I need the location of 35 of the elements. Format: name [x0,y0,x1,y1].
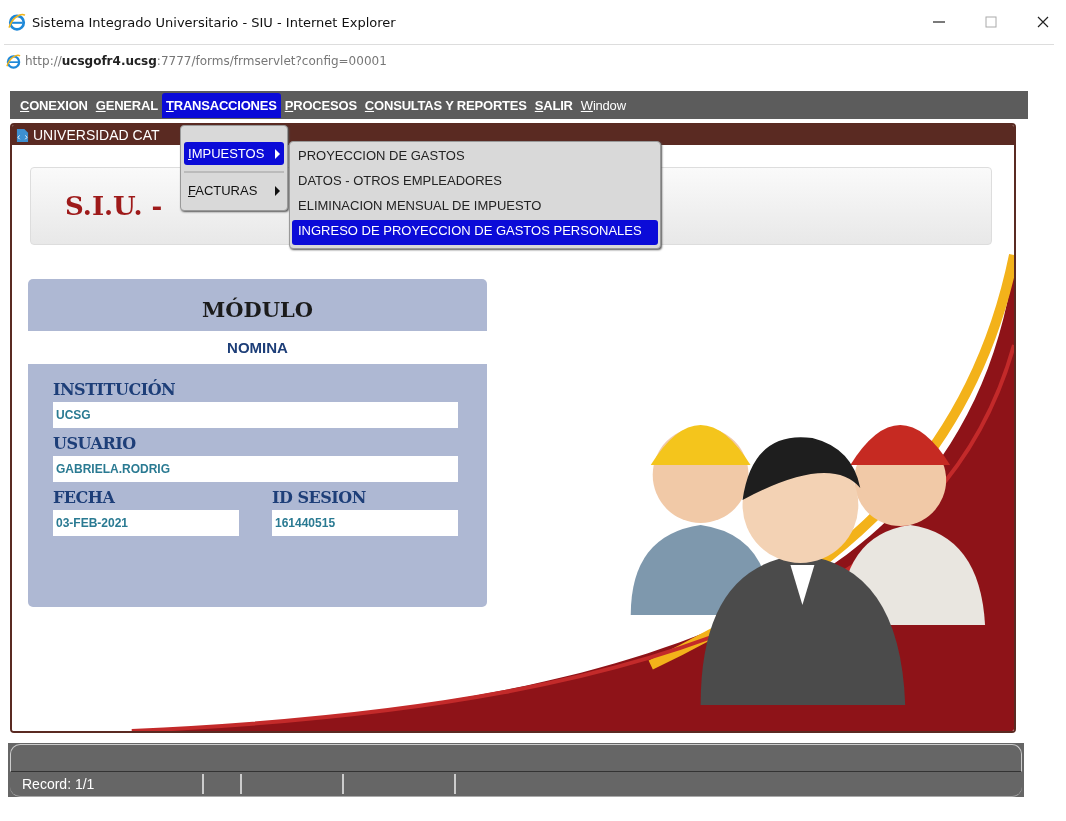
submenu-arrow-icon [275,148,280,159]
module-heading: MÓDULO [200,297,315,324]
menu-item[interactable]: PROCESOS [280,92,361,118]
form-icon [16,127,29,143]
input-field[interactable]: 03-FEB-2021 [53,510,239,536]
form-title: UNIVERSIDAD CAT [33,127,160,143]
banner-title: S.I.U. - [65,191,163,221]
menu-item[interactable]: IMPUESTOS [184,142,284,165]
field-label: USUARIO [53,434,137,455]
menu-item[interactable]: CONEXION [16,92,92,118]
menu-item[interactable]: SALIR [530,92,577,118]
menu-item[interactable]: PROYECCION DE GASTOS [292,145,658,170]
submenu-arrow-icon [275,185,280,196]
field-label: FECHA [53,488,116,509]
page-icon [6,53,21,69]
menu-item[interactable]: CONSULTAS Y REPORTES [360,92,531,118]
menu-item[interactable]: GENERAL [91,92,162,118]
menu-item[interactable]: DATOS - OTROS EMPLEADORES [292,170,658,195]
menu-item[interactable]: TRANSACCIONES [161,92,281,118]
input-field[interactable]: 161440515 [272,510,458,536]
menu-item[interactable]: Window [576,92,630,118]
record-count: Record: 1/1 [21,776,96,792]
menu-item[interactable]: FACTURAS [184,179,284,202]
window-title: Sistema Integrado Universitario - SIU - Internet Explorer [32,14,396,30]
field-label: ID SESION [272,488,367,509]
module-name: NOMINA [28,331,487,364]
menu-item[interactable]: ELIMINACION MENSUAL DE IMPUESTO [292,195,658,220]
input-field[interactable]: GABRIELA.RODRIG [53,456,458,482]
field-label: INSTITUCIÓN [53,380,177,401]
input-field[interactable]: UCSG [53,402,458,428]
url-text: http://ucsgofr4.ucsg:7777/forms/frmservlet?config=00001 [25,54,387,68]
browser-icon [8,13,26,31]
close-icon[interactable] [1035,14,1051,30]
address-bar[interactable]: http://ucsgofr4.ucsg:7777/forms/frmservlet?config=00001 [4,44,1054,77]
menu-item[interactable]: INGRESO DE PROYECCION DE GASTOS PERSONALES [292,220,658,245]
